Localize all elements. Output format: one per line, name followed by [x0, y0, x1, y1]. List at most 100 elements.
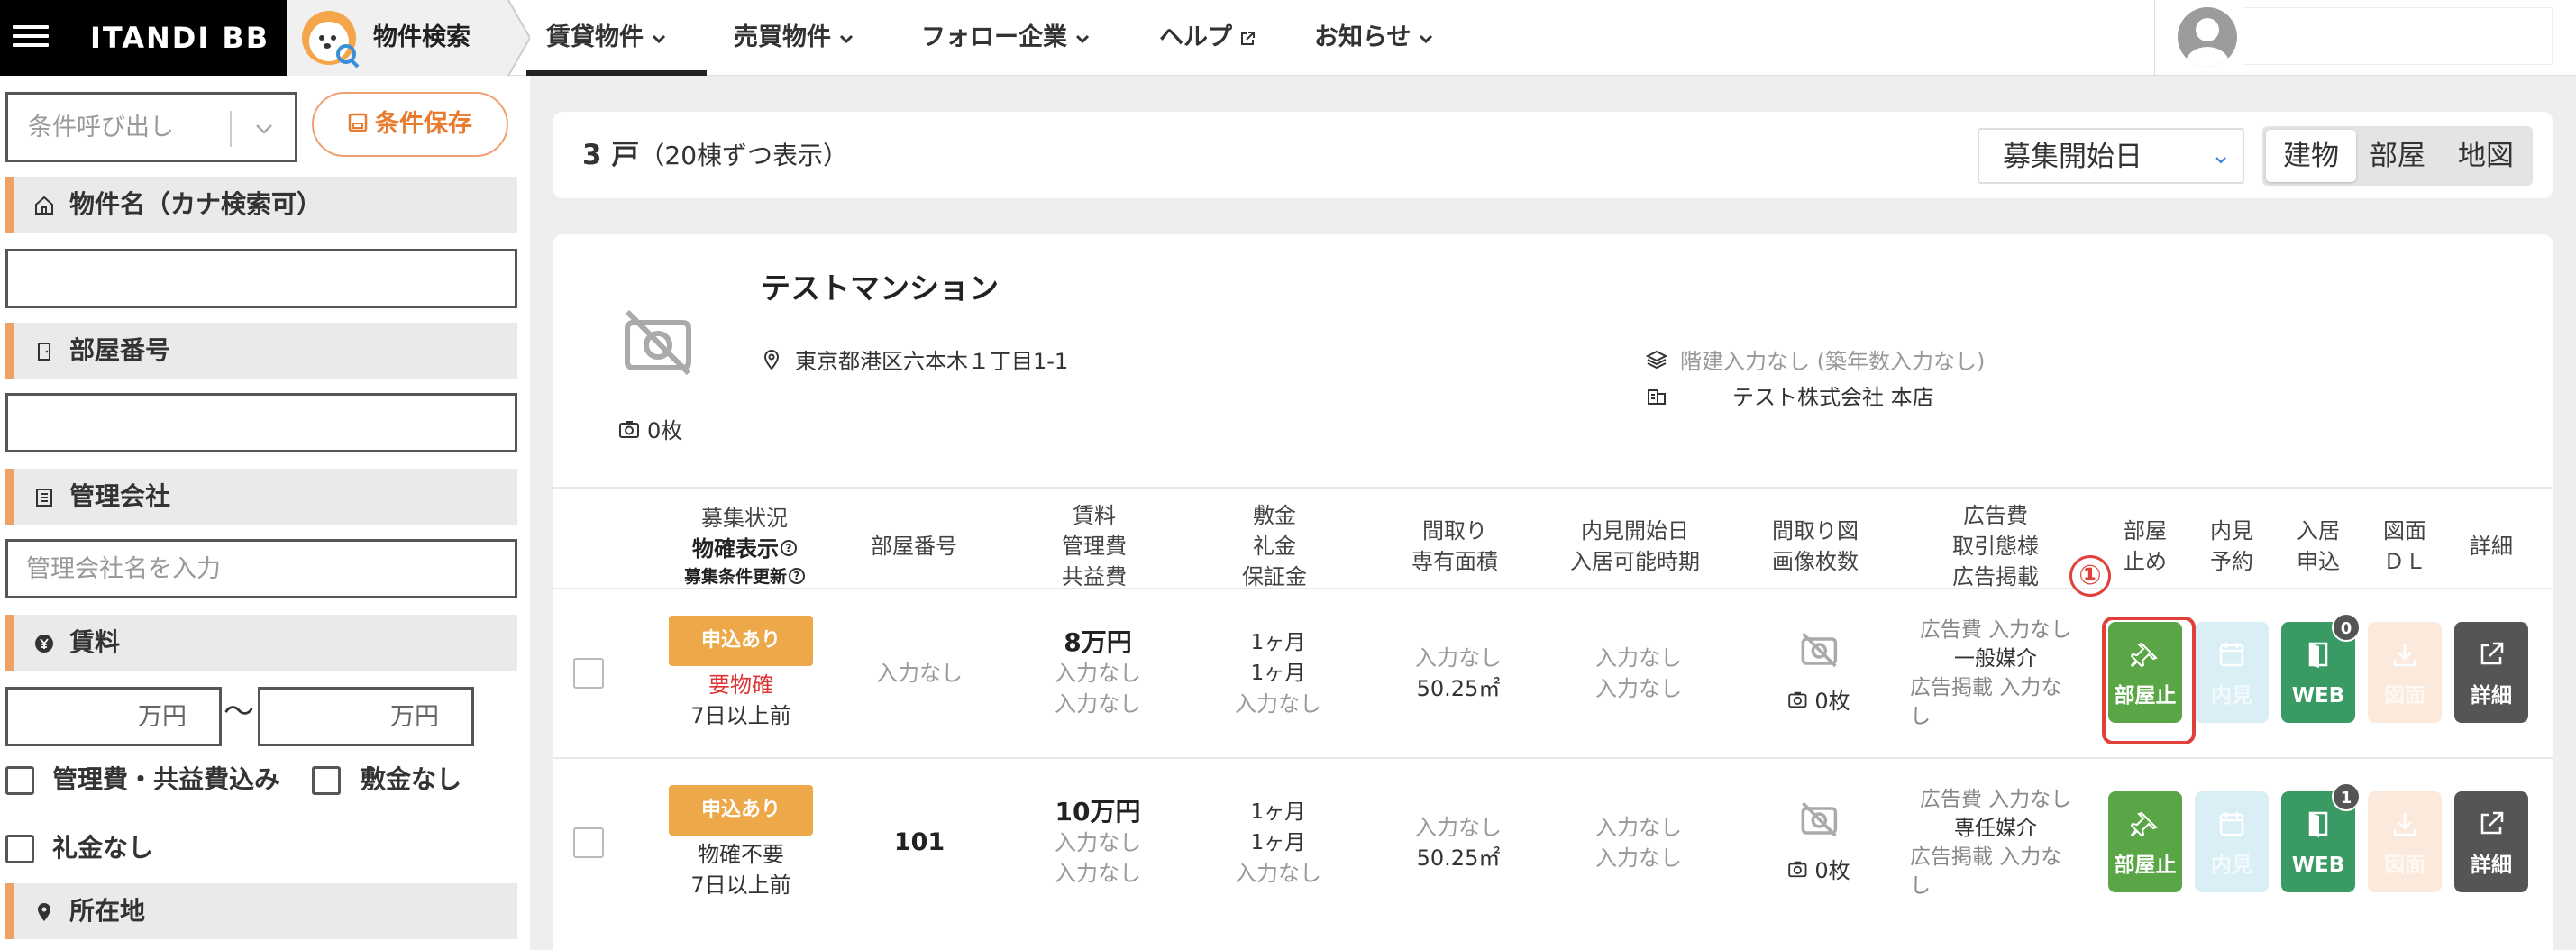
no-image-icon[interactable]: [1799, 630, 1839, 670]
th-status-line2: 物確表示: [691, 536, 779, 562]
reserve-viewing-button[interactable]: 内見: [2195, 791, 2269, 892]
th-apply-line1: 入居: [2297, 518, 2340, 544]
section-room-number-label: 部屋番号: [69, 335, 171, 365]
external-link-icon: [2480, 642, 2504, 665]
calendar-icon: [2219, 812, 2244, 836]
nav-sale[interactable]: 売買物件: [734, 20, 854, 56]
nav-rental[interactable]: 賃貸物件: [546, 20, 667, 56]
row-select-checkbox[interactable]: [573, 658, 604, 689]
transaction-type: 一般媒介: [1954, 647, 2037, 671]
building-floors: 階建入力なし (築年数入力なし): [1646, 346, 1985, 377]
no-deposit-checkbox[interactable]: [312, 766, 341, 795]
help-icon[interactable]: ?: [789, 567, 806, 584]
layout: 入力なし: [1415, 645, 1502, 671]
user-name-box[interactable]: [2243, 7, 2553, 65]
building-address: 東京都港区六本木１丁目1-1: [761, 346, 1068, 377]
section-location: 所在地: [5, 883, 517, 939]
app-logo[interactable]: ITANDI BB: [90, 20, 269, 56]
rent-min-input[interactable]: 万円: [5, 687, 222, 746]
status-badge[interactable]: 申込あり: [669, 616, 813, 666]
web-apply-button[interactable]: WEB 1: [2281, 782, 2361, 892]
camera-icon: [1788, 861, 1807, 878]
apply-count-badge: 0: [2332, 613, 2361, 642]
no-image-icon[interactable]: [622, 306, 694, 379]
th-status: 募集状況 物確表示? 募集条件更新?: [684, 492, 806, 600]
hold-room-button[interactable]: 部屋止: [2108, 791, 2182, 892]
fees-included-checkbox[interactable]: [5, 766, 34, 795]
download-floorplan-label: 図面: [2384, 684, 2425, 708]
nav-news[interactable]: お知らせ: [1314, 20, 1434, 56]
saved-conditions-placeholder: 条件呼び出し: [28, 114, 174, 142]
section-rent-label: 賃料: [69, 627, 121, 657]
viewing-start: 入力なし: [1595, 645, 1682, 671]
th-deposit-line2: 礼金: [1253, 534, 1296, 559]
section-property-name-label: 物件名（カナ検索可）: [69, 189, 323, 219]
view-building-tab[interactable]: 建物: [2266, 130, 2356, 182]
image-count: 0枚: [1814, 689, 1850, 714]
apply-count-badge: 1: [2332, 782, 2361, 811]
location-pin-icon: [763, 349, 780, 370]
detail-button[interactable]: 詳細: [2454, 791, 2528, 892]
nav-rental-label: 賃貸物件: [546, 23, 644, 51]
user-avatar-icon[interactable]: [2178, 7, 2237, 67]
common-fee: 入力なし: [1055, 861, 1141, 886]
hamburger-menu-icon[interactable]: [13, 20, 49, 56]
save-conditions-button[interactable]: 条件保存: [312, 92, 508, 157]
building-name[interactable]: テストマンション: [761, 269, 999, 308]
property-name-input[interactable]: [5, 249, 517, 308]
chevron-down-icon: [2215, 157, 2226, 164]
camera-icon: [1788, 691, 1807, 708]
status-check: 要物確: [708, 672, 773, 698]
th-rent-line1: 賃料: [1073, 503, 1116, 528]
map-pin-icon: [38, 903, 50, 921]
room-number-input[interactable]: [5, 393, 517, 452]
ad-listing: 広告掲載 入力なし: [1910, 845, 2062, 898]
nav-follow[interactable]: フォロー企業: [921, 20, 1091, 56]
chevron-down-icon: [839, 34, 854, 43]
web-apply-label: WEB: [2291, 684, 2345, 708]
saved-conditions-select[interactable]: 条件呼び出し: [5, 92, 297, 162]
status-check: 物確不要: [698, 842, 784, 867]
mascot-icon: [302, 11, 360, 69]
web-apply-button[interactable]: WEB 0: [2281, 613, 2361, 723]
nav-help[interactable]: ヘルプ: [1159, 20, 1256, 56]
th-room-number: 部屋番号: [871, 492, 957, 600]
nav-follow-label: フォロー企業: [921, 23, 1067, 51]
th-viewing-line1: 内見開始日: [1581, 518, 1689, 544]
view-room-tab[interactable]: 部屋: [2352, 130, 2443, 182]
section-room-number: 部屋番号: [5, 323, 517, 379]
detail-button[interactable]: 詳細: [2454, 622, 2528, 723]
no-image-icon[interactable]: [1799, 799, 1839, 839]
view-map-tab[interactable]: 地図: [2441, 130, 2531, 182]
active-nav-indicator: [526, 70, 707, 76]
status-badge[interactable]: 申込あり: [669, 785, 813, 836]
management-company-input[interactable]: 管理会社名を入力: [5, 539, 517, 598]
th-viewing-line2: 入居可能時期: [1570, 549, 1700, 574]
pin-icon: [2131, 811, 2158, 837]
download-icon: [2393, 813, 2416, 836]
no-key-money-checkbox[interactable]: [5, 835, 34, 863]
deposit: 1ヶ月: [1250, 631, 1306, 654]
th-rent-line2: 管理費: [1062, 534, 1127, 559]
no-deposit-label: 敷金なし: [361, 764, 462, 794]
th-hold: 部屋 止め: [2124, 492, 2167, 600]
door-icon: [2308, 642, 2328, 668]
common-fee: 入力なし: [1055, 691, 1141, 717]
chevron-down-icon: [652, 34, 666, 43]
th-ad-line2: 取引態様: [1952, 534, 2039, 559]
chevron-down-icon: [1075, 34, 1090, 43]
help-icon[interactable]: ?: [780, 540, 797, 556]
download-floorplan-button[interactable]: 図面: [2368, 622, 2442, 723]
results-toolbar: 3 戸（20棟ずつ表示） 募集開始日 建物 部屋 地図: [553, 112, 2553, 198]
door-icon: [38, 343, 50, 361]
no-key-money-label: 礼金なし: [52, 833, 154, 863]
row-select-checkbox[interactable]: [573, 827, 604, 858]
th-apply: 入居 申込: [2297, 492, 2340, 600]
rent-max-input[interactable]: 万円: [258, 687, 474, 746]
download-floorplan-button[interactable]: 図面: [2368, 791, 2442, 892]
sort-select[interactable]: 募集開始日: [1978, 128, 2244, 184]
breadcrumb-chevron-icon: [494, 0, 530, 76]
chevron-down-icon: [256, 124, 272, 134]
section-location-label: 所在地: [69, 896, 146, 926]
reserve-viewing-button[interactable]: 内見: [2195, 622, 2269, 723]
